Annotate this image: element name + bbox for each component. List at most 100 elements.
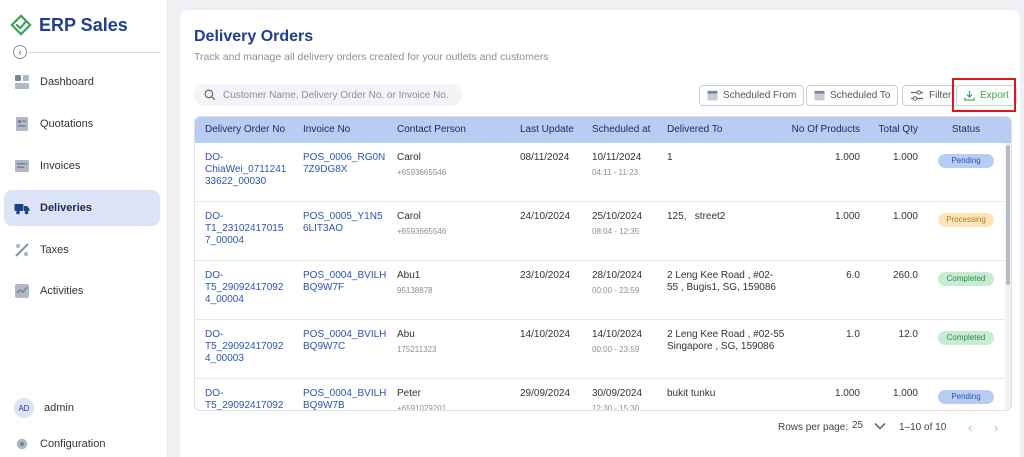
sidebar-item-label: Configuration: [40, 438, 106, 450]
contact-name: Carol: [397, 152, 421, 163]
gear-icon: [14, 436, 30, 452]
delivery-order-link[interactable]: DO- T1_23102417015 7_00004: [205, 211, 290, 247]
sidebar-item-quotations[interactable]: Quotations: [4, 106, 160, 142]
contact-cell: Peter +6591029201: [397, 388, 507, 410]
delivered-to: 2 Leng Kee Road , #02-55 Singapore , SG, …: [667, 329, 787, 353]
delivery-order-no-line: T5_29092417092: [205, 282, 284, 293]
scheduled-time: 00:00 - 23:59: [592, 345, 640, 354]
delivered-to-line: Singapore , SG, 159086: [667, 341, 775, 352]
delivery-order-link[interactable]: DO- T5_29092417092 4_00004: [205, 270, 290, 306]
taxes-icon: [14, 242, 30, 258]
column-header[interactable]: Last Update: [520, 117, 574, 143]
delivered-to-line: 125, street2: [667, 211, 726, 222]
invoice-no-line: POS_0005_Y1N5: [303, 211, 383, 222]
search-box[interactable]: [194, 84, 462, 106]
total-qty: 1.000: [892, 388, 918, 399]
invoice-link[interactable]: POS_0004_BVILH BQ9W7B: [303, 388, 388, 411]
scheduled-to-button[interactable]: Scheduled To: [806, 85, 899, 106]
collapse-sidebar-button[interactable]: ‹: [13, 45, 27, 59]
invoice-link[interactable]: POS_0005_Y1N5 6LIT3AO: [303, 211, 388, 235]
last-update: 14/10/2024: [520, 329, 571, 340]
sidebar-item-label: Deliveries: [40, 202, 92, 214]
total-qty: 260.0: [892, 270, 918, 281]
sidebar-item-invoices[interactable]: Invoices: [4, 148, 160, 184]
contact-cell: Carol +6593665546: [397, 152, 507, 179]
last-update: 24/10/2024: [520, 211, 571, 222]
contact-name: Peter: [397, 388, 421, 399]
delivered-to: 2 Leng Kee Road , #02- 55 , Bugis1, SG, 1…: [667, 270, 787, 294]
delivered-to-line: 1: [667, 152, 673, 163]
delivery-order-no-line: DO-: [205, 152, 224, 163]
search-icon: [204, 89, 216, 101]
filter-icon: [911, 90, 923, 101]
table-scrollbar-thumb[interactable]: [1006, 145, 1010, 285]
table-row[interactable]: DO- ChiaWei_0711241 33622_00030 POS_0006_RG…: [195, 143, 1011, 202]
sidebar-item-label: Taxes: [40, 244, 69, 256]
next-page-button[interactable]: ›: [994, 420, 998, 435]
contact-cell: Abu 175211323: [397, 329, 507, 356]
table-row[interactable]: DO-T5_290924170924_00002 POS_0004_BVILHBQ…: [195, 379, 1011, 411]
sidebar-item-dashboard[interactable]: Dashboard: [4, 64, 160, 100]
scheduled-date: 30/09/2024: [592, 388, 643, 399]
contact-name: Carol: [397, 211, 421, 222]
delivered-to: bukit tunku: [667, 388, 787, 400]
dashboard-icon: [14, 74, 30, 90]
table-row[interactable]: DO- T1_23102417015 7_00004 POS_0005_Y1N5 6LI…: [195, 202, 1011, 261]
contact-name: Abu1: [397, 270, 421, 281]
invoice-no-line: BQ9W7B: [303, 400, 345, 411]
sidebar-item-activities[interactable]: Activities: [4, 273, 160, 309]
scheduled-cell: 28/10/2024 00:00 - 23:59: [592, 270, 662, 297]
table-row[interactable]: DO- T5_29092417092 4_00003 POS_0004_BVILH BQ…: [195, 320, 1011, 379]
delivery-order-no-line: 4_00004: [205, 294, 244, 305]
scheduled-time: 04:11 - 11:23: [592, 168, 638, 177]
column-header[interactable]: Status: [938, 117, 994, 143]
column-header[interactable]: Scheduled at: [592, 117, 650, 143]
delivery-order-no-line: 4_00003: [205, 353, 244, 364]
sidebar-item-label: Activities: [40, 285, 84, 297]
user-profile[interactable]: AD admin: [4, 390, 160, 426]
sidebar-item-deliveries[interactable]: Deliveries: [4, 190, 160, 226]
contact-phone: +6593665546: [397, 168, 447, 177]
rows-per-page-value: 25: [852, 420, 864, 431]
sidebar-item-configuration[interactable]: Configuration: [4, 426, 160, 457]
contact-cell: Abu1 95138878: [397, 270, 507, 297]
contact-phone: +6593665546: [397, 227, 447, 236]
sidebar-item-taxes[interactable]: Taxes: [4, 232, 160, 268]
user-name: admin: [44, 402, 74, 414]
invoice-link[interactable]: POS_0004_BVILH BQ9W7F: [303, 270, 388, 294]
invoice-no-line: 6LIT3AO: [303, 223, 344, 234]
rows-per-page-select[interactable]: 25: [852, 420, 887, 431]
contact-phone: 95138878: [397, 286, 433, 295]
search-input[interactable]: [223, 89, 453, 101]
column-header[interactable]: Delivered To: [667, 117, 722, 143]
delivery-order-no-line: 7_00004: [205, 235, 244, 246]
quotations-icon: [14, 116, 30, 132]
column-header[interactable]: Contact Person: [397, 117, 466, 143]
sidebar-item-label: Invoices: [40, 160, 81, 172]
delivery-order-link[interactable]: DO-T5_290924170924_00002: [205, 388, 290, 410]
column-header[interactable]: Delivery Order No: [205, 117, 285, 143]
delivery-order-link[interactable]: DO- T5_29092417092 4_00003: [205, 329, 290, 365]
prev-page-button[interactable]: ‹: [968, 420, 972, 435]
invoice-link[interactable]: POS_0004_BVILH BQ9W7C: [303, 329, 388, 353]
scheduled-time: 08:04 - 12:35: [592, 227, 640, 236]
column-header[interactable]: Invoice No: [303, 117, 350, 143]
brand[interactable]: ERP Sales: [10, 14, 128, 36]
page-title: Delivery Orders: [194, 28, 314, 45]
invoice-link[interactable]: POS_0006_RG0N 7Z9DG8X: [303, 152, 388, 176]
delivered-to: 125, street2: [667, 211, 787, 223]
delivery-order-no-line: ChiaWei_0711241: [205, 164, 287, 175]
no-of-products: 1.000: [834, 388, 860, 399]
filter-button[interactable]: Filter: [902, 85, 960, 106]
delivery-orders-table: Delivery Order No Invoice No Contact Per…: [194, 116, 1012, 411]
last-update: 08/11/2024: [520, 152, 570, 163]
scheduled-date: 25/10/2024: [592, 211, 643, 222]
column-header[interactable]: No Of Products: [790, 117, 860, 143]
scheduled-from-button[interactable]: Scheduled From: [699, 85, 805, 106]
last-update: 23/10/2024: [520, 270, 571, 281]
table-row[interactable]: DO- T5_29092417092 4_00004 POS_0004_BVILH BQ…: [195, 261, 1011, 320]
delivered-to-line: bukit tunku: [667, 388, 716, 399]
delivery-order-link[interactable]: DO- ChiaWei_0711241 33622_00030: [205, 152, 290, 188]
column-header[interactable]: Total Qty: [870, 117, 918, 143]
invoice-no-line: BQ9W7C: [303, 341, 346, 352]
